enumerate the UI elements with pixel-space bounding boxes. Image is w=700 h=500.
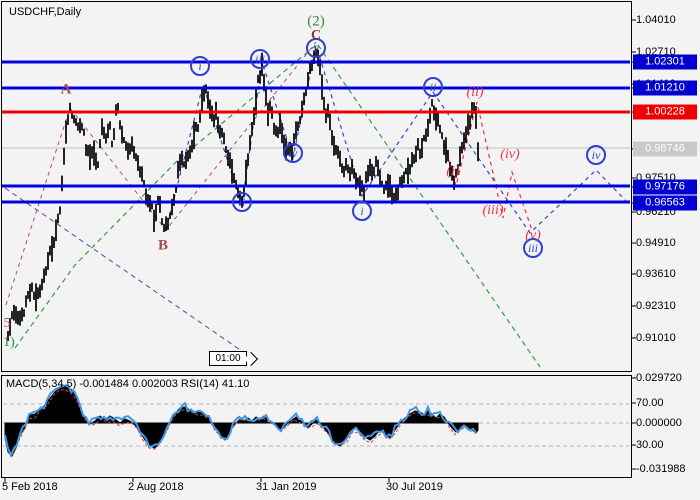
time-marker-flag: 01:00 (209, 351, 247, 366)
price-badge: 0.96563 (633, 196, 697, 211)
wave-label-circled-ii[interactable]: ii (423, 77, 443, 97)
price-badge: 1.02301 (633, 55, 697, 70)
price-axis-tick: 0.91010 (636, 332, 676, 344)
wave-label-circled-ii[interactable]: ii (232, 192, 252, 212)
price-axis-tick: 0.92310 (636, 300, 676, 312)
wave-label-(v)[interactable]: (v) (525, 228, 541, 244)
time-axis-label: 31 Jan 2019 (256, 481, 317, 493)
price-axis-tick: 1.04010 (636, 14, 676, 26)
price-badge: 1.00228 (633, 105, 697, 120)
price-axis-tick: 0.94910 (636, 237, 676, 249)
indicator-axis-tick: -0.031988 (636, 463, 686, 475)
wave-label-circled-iv[interactable]: iv (283, 143, 303, 163)
indicator-axis-tick: 0.000000 (636, 417, 682, 429)
indicator-values-label: MACD(5,34,5) -0.001484 0.002003 RSI(14) … (6, 378, 249, 390)
price-badge: 0.97176 (633, 180, 697, 195)
wave-label-5[interactable]: 5 (4, 316, 11, 332)
wave-label-(iii)[interactable]: (iii) (483, 203, 504, 219)
symbol-timeframe-label: USDCHF,Daily (9, 6, 81, 18)
wave-label-(i)[interactable]: (i) (446, 164, 459, 180)
wave-label-circled-i[interactable]: i (190, 56, 210, 76)
price-axis-tick: 0.93610 (636, 268, 676, 280)
indicator-axis-tick: 30.00 (636, 439, 664, 451)
price-badge: 1.01210 (633, 81, 697, 96)
wave-label-circled-iv[interactable]: iv (586, 145, 606, 165)
wave-label-(2)[interactable]: (2) (307, 14, 325, 31)
time-axis-label: 5 Feb 2018 (2, 481, 58, 493)
time-axis-label: 2 Aug 2018 (128, 481, 184, 493)
price-badge: 0.98746 (633, 142, 697, 157)
indicator-panel (1, 375, 632, 478)
chart-window: USDCHF,Daily MACD(5,34,5) -0.001484 0.00… (0, 0, 700, 500)
wave-label-B[interactable]: B (158, 238, 168, 255)
indicator-axis-tick: 0.029720 (636, 372, 682, 384)
wave-label-(ii)[interactable]: (ii) (466, 85, 483, 101)
wave-label-circled-i[interactable]: i (352, 201, 372, 221)
wave-label-1)[interactable]: 1) (3, 335, 15, 351)
indicator-axis-tick: 70.00 (636, 397, 664, 409)
wave-label-(iv)[interactable]: (iv) (500, 147, 519, 163)
wave-label-circled-iii[interactable]: iii (250, 49, 270, 69)
time-axis-label: 30 Jul 2019 (386, 481, 443, 493)
wave-label-A[interactable]: A (61, 82, 72, 99)
